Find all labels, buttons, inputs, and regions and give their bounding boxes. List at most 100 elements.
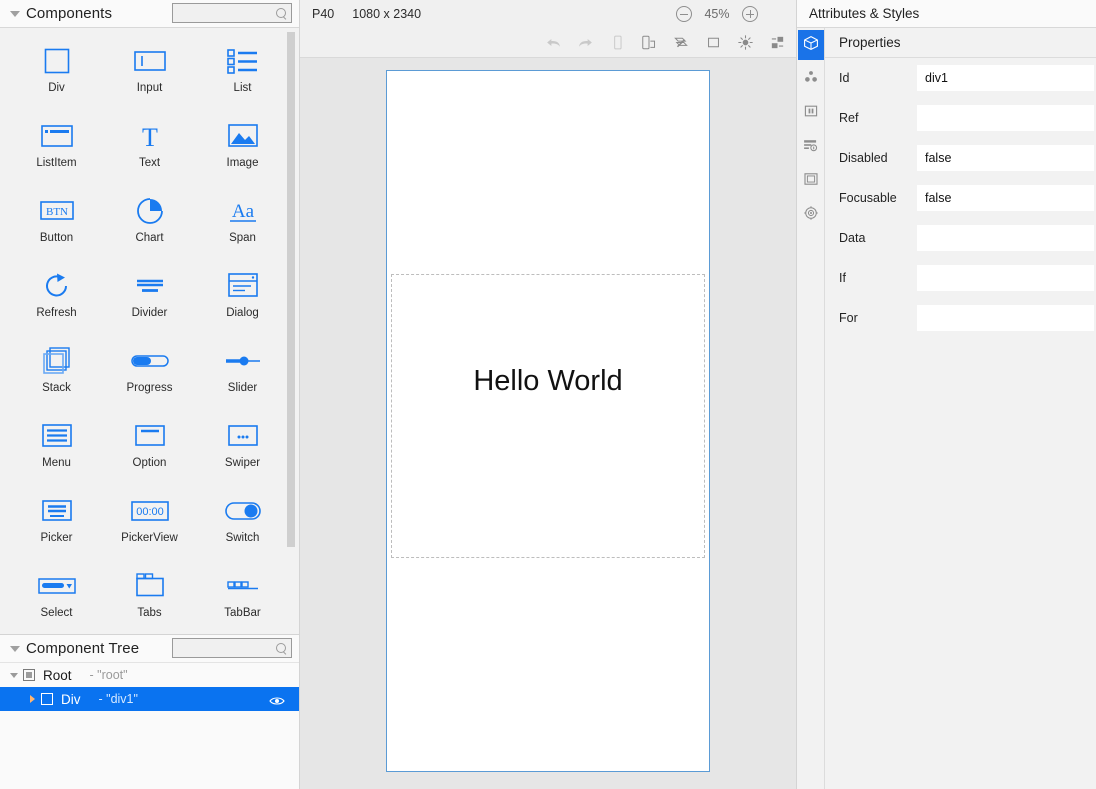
palette-item-tabs[interactable]: Tabs <box>103 569 196 632</box>
tree-caret-down-icon[interactable] <box>6 672 22 678</box>
palette-item-progress[interactable]: Progress <box>103 344 196 407</box>
divider-icon <box>128 269 172 303</box>
palette-item-switch[interactable]: Switch <box>196 494 289 557</box>
vtab-frame[interactable] <box>798 166 824 196</box>
palette-item-dialog[interactable]: Dialog <box>196 269 289 332</box>
property-input-focusable[interactable] <box>917 185 1094 211</box>
pickerview-icon: 00:00 <box>128 494 172 528</box>
undo-icon[interactable] <box>544 34 562 52</box>
palette-item-menu[interactable]: Menu <box>10 419 103 482</box>
properties-list: Id Ref Disabled Focusable Data If For <box>825 58 1096 338</box>
palette-item-label: Chart <box>135 232 164 244</box>
slider-icon <box>221 344 265 378</box>
palette-item-label: Refresh <box>36 307 77 319</box>
frame-icon <box>803 171 819 192</box>
palette-scrollbar[interactable] <box>287 32 295 547</box>
vtab-atoms[interactable] <box>798 64 824 94</box>
phone-portrait-icon[interactable] <box>608 34 626 52</box>
menu-icon <box>35 419 79 453</box>
property-input-disabled[interactable] <box>917 145 1094 171</box>
palette-item-label: ListItem <box>36 157 77 169</box>
palette-item-input[interactable]: Input <box>103 44 196 107</box>
palette-item-text[interactable]: T Text <box>103 119 196 182</box>
refresh-icon <box>35 269 79 303</box>
tree-row-div[interactable]: Div - "div1" <box>0 687 299 711</box>
component-tree-header: Component Tree <box>0 635 299 663</box>
property-input-data[interactable] <box>917 225 1094 251</box>
square-icon[interactable] <box>704 34 722 52</box>
property-input-if[interactable] <box>917 265 1094 291</box>
redo-icon[interactable] <box>576 34 594 52</box>
text-icon: T <box>128 119 172 153</box>
settings-icon <box>803 205 819 226</box>
palette-item-label: Stack <box>42 382 71 394</box>
component-tree-search-input[interactable] <box>173 642 273 654</box>
tabs-icon <box>128 569 172 603</box>
svg-text:BTN: BTN <box>46 206 68 218</box>
palette-item-refresh[interactable]: Refresh <box>10 269 103 332</box>
zoom-out-button[interactable] <box>676 6 692 22</box>
palette-item-image[interactable]: Image <box>196 119 289 182</box>
device-preview[interactable]: Hello World <box>386 70 710 772</box>
palette-item-stack[interactable]: Stack <box>10 344 103 407</box>
option-icon <box>128 419 172 453</box>
tabbar-icon <box>221 569 265 603</box>
visibility-eye-icon[interactable] <box>269 694 285 705</box>
palette-item-picker[interactable]: Picker <box>10 494 103 557</box>
palette-item-span[interactable]: Aa Span <box>196 194 289 257</box>
tree-collapse-caret-icon[interactable] <box>8 642 22 656</box>
inspect-icon[interactable] <box>672 34 690 52</box>
palette-item-slider[interactable]: Slider <box>196 344 289 407</box>
property-label: Id <box>839 71 850 85</box>
tree-row-root[interactable]: Root - "root" <box>0 663 299 687</box>
palette-item-swiper[interactable]: Swiper <box>196 419 289 482</box>
palette-item-divider[interactable]: Divider <box>103 269 196 332</box>
image-icon <box>221 119 265 153</box>
vtab-cube[interactable] <box>797 30 824 60</box>
palette-item-option[interactable]: Option <box>103 419 196 482</box>
brightness-icon[interactable] <box>736 34 754 52</box>
zoom-in-button[interactable] <box>742 6 758 22</box>
vtab-settings[interactable] <box>798 200 824 230</box>
property-label: For <box>839 311 858 325</box>
palette-item-label: Tabs <box>137 607 162 619</box>
listitem-icon <box>35 119 79 153</box>
preview-hello-text: Hello World <box>473 364 623 397</box>
palette-item-label: Slider <box>227 382 258 394</box>
components-search-box[interactable] <box>172 3 292 23</box>
selected-div-outline[interactable]: Hello World <box>391 274 705 558</box>
component-tree-panel: Component Tree Root - "root" Div - "div1" <box>0 634 299 789</box>
palette-item-div[interactable]: Div <box>10 44 103 107</box>
div-icon <box>35 44 79 78</box>
tree-node-id: - "div1" <box>98 692 138 706</box>
property-input-id[interactable] <box>917 65 1094 91</box>
attributes-styles-title: Attributes & Styles <box>809 6 920 21</box>
phone-rotate-icon[interactable] <box>640 34 658 52</box>
property-label: Ref <box>839 111 859 125</box>
palette-item-tabbar[interactable]: TabBar <box>196 569 289 632</box>
canvas-topbar: P40 1080 x 2340 45% <box>300 0 796 28</box>
collapse-caret-icon[interactable] <box>8 7 22 21</box>
palette-item-pickerview[interactable]: 00:00 PickerView <box>103 494 196 557</box>
component-tree-search-box[interactable] <box>172 638 292 658</box>
components-search-input[interactable] <box>173 7 273 19</box>
vtab-form-info[interactable] <box>798 132 824 162</box>
tree-caret-right-icon[interactable] <box>24 695 40 703</box>
palette-item-label: Dialog <box>226 307 259 319</box>
tree-node-id: - "root" <box>89 668 128 682</box>
palette-item-select[interactable]: Select <box>10 569 103 632</box>
properties-header: Properties <box>825 28 1096 58</box>
palette-item-button[interactable]: BTN Button <box>10 194 103 257</box>
palette-item-chart[interactable]: Chart <box>103 194 196 257</box>
components-panel: Components Div Input List ListItem T Text Imag… <box>0 0 300 789</box>
zoom-controls: 45% <box>676 0 758 28</box>
palette-item-listitem[interactable]: ListItem <box>10 119 103 182</box>
palette-item-list[interactable]: List <box>196 44 289 107</box>
vtab-columns[interactable] <box>798 98 824 128</box>
property-input-for[interactable] <box>917 305 1094 331</box>
palette-item-label: List <box>233 82 252 94</box>
layout-icon[interactable] <box>768 34 786 52</box>
property-row-for: For <box>825 298 1096 338</box>
property-input-ref[interactable] <box>917 105 1094 131</box>
palette-item-label: PickerView <box>121 532 178 544</box>
